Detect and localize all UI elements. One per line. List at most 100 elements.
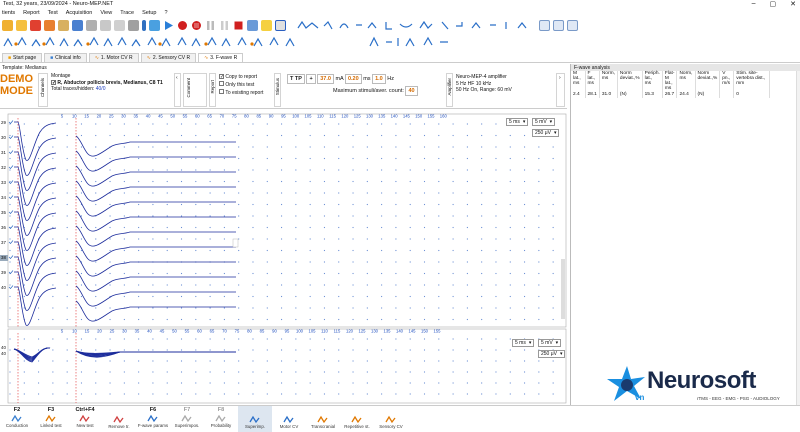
record-single-icon[interactable] (191, 20, 202, 31)
f-wave-value-cell[interactable]: 31.0 (599, 91, 618, 98)
channels-panel-toggle[interactable]: Channels (38, 73, 48, 107)
pause-icon[interactable] (205, 20, 216, 31)
grid-dot (309, 180, 311, 183)
sweep-select-bottom[interactable]: 5 ms ▾ (512, 339, 535, 347)
fkey-transcranial[interactable]: Transcranial (306, 406, 340, 432)
grid-dot (152, 192, 154, 194)
stop-icon[interactable] (233, 20, 244, 31)
fkey-label: F-wave params (137, 423, 169, 428)
delete-icon[interactable] (30, 20, 41, 31)
sensitivity2-select-bottom[interactable]: 250 μV ▾ (538, 350, 566, 358)
cut-icon[interactable] (44, 20, 55, 31)
copy-icon[interactable] (86, 20, 97, 31)
montage-collapse-button[interactable]: ‹ (174, 73, 181, 107)
max-stimuli-input[interactable]: 40 (405, 86, 418, 96)
top-tick-label: 40 (146, 114, 151, 119)
stimulator-icon[interactable] (247, 20, 258, 31)
comment-panel[interactable]: Comment (183, 73, 207, 107)
fkey-f-wave-params[interactable]: F6 F-wave params (136, 406, 170, 432)
forward-icon[interactable] (567, 20, 578, 31)
trigger-icon[interactable] (275, 20, 286, 31)
minimize-button[interactable]: – (752, 0, 756, 8)
sensitivity2-select-top[interactable]: 250 μV ▾ (532, 129, 560, 137)
stim-amplitude-input[interactable]: 37.0 (317, 74, 334, 84)
tab-sensory-cv[interactable]: ∿ 2. Sensory CV R (140, 53, 197, 62)
save-icon[interactable] (72, 20, 83, 31)
close-button[interactable]: ✕ (790, 0, 796, 8)
only-this-test[interactable]: Only this test (219, 81, 263, 89)
menu-trace[interactable]: Trace (120, 10, 134, 16)
zoom-icon[interactable] (553, 20, 564, 31)
pause-alt-icon[interactable] (219, 20, 230, 31)
fkey-remove-tr[interactable]: Remove tr. (102, 406, 136, 432)
menu-test[interactable]: Test (48, 10, 58, 16)
grid-dot (66, 393, 68, 395)
trace-plot-area[interactable]: 5 10 15 20 25 30 35 40 45 50 55 60 65 70 75 80 85 90 95 100… (0, 109, 567, 405)
f-wave-value-cell[interactable]: 15.3 (642, 91, 663, 98)
grid-icon[interactable] (539, 20, 550, 31)
stim-duration-input[interactable]: 0.20 (344, 74, 362, 84)
fkey-motor-cv[interactable]: Motor CV (272, 406, 306, 432)
play-icon[interactable] (163, 20, 174, 31)
f-wave-value-cell[interactable]: (N) (617, 91, 643, 98)
report-panel-toggle[interactable]: Report (209, 73, 216, 107)
tab-clinical-info[interactable]: ■ Clinical info (44, 53, 87, 62)
grid-dot (352, 123, 354, 125)
tab-motor-cv[interactable]: ∿ 1. Motor CV R (88, 53, 139, 62)
f-wave-value-cell[interactable]: 0 (733, 91, 771, 98)
maximize-button[interactable]: ▢ (770, 0, 777, 8)
menu-help[interactable]: ? (164, 10, 167, 16)
stim-plus-button[interactable]: + (306, 74, 316, 84)
fkey-repetitive-st[interactable]: Repetitive st. (340, 406, 374, 432)
grid-dot (95, 349, 97, 351)
print-icon[interactable] (58, 20, 69, 31)
tab-f-wave[interactable]: ∿ 3. F-wave R (198, 53, 244, 62)
menu-report[interactable]: Report (23, 10, 40, 16)
stim-ttp-button[interactable]: T TP (287, 74, 305, 84)
to-existing-report[interactable]: To existing report (219, 89, 263, 97)
amplifier-panel-toggle[interactable]: Amplifier (446, 73, 453, 107)
menu-acquisition[interactable]: Acquisition (66, 10, 93, 16)
stim-tools-icon[interactable] (368, 36, 458, 48)
export-icon[interactable] (128, 20, 139, 31)
stim-frequency-input[interactable]: 1.0 (372, 74, 386, 84)
amplifier-settings[interactable]: Neuro-MEP-4 amplifier 5 Hz HF 10 kHz 50 … (456, 74, 512, 94)
sweep-select-top[interactable]: 5 ms ▾ (506, 118, 529, 126)
folder-icon[interactable] (16, 20, 27, 31)
f-wave-value-cell[interactable] (719, 91, 735, 98)
grid-dot (266, 169, 268, 171)
fkey-conduction[interactable]: F2 Conduction (0, 406, 34, 432)
f-wave-value-cell[interactable]: 2.4 (571, 91, 586, 98)
fkey-probability[interactable]: F8 Probability (204, 406, 238, 432)
patients-icon[interactable] (2, 20, 13, 31)
controls-collapse-button[interactable]: › (556, 73, 565, 107)
lightning-icon[interactable] (261, 20, 272, 31)
paste-icon[interactable] (100, 20, 111, 31)
sensitivity-select-top[interactable]: 5 mV ▾ (532, 118, 556, 126)
fkey-superimpos[interactable]: F7 Superimpos. (170, 406, 204, 432)
archive-icon[interactable] (114, 20, 125, 31)
menu-patients[interactable]: tients (2, 10, 15, 16)
sensitivity-select-bottom[interactable]: 5 mV ▾ (538, 339, 562, 347)
f-wave-value-cell[interactable]: 28.1 (585, 91, 600, 98)
grid-dot (366, 238, 368, 240)
montage-checkbox[interactable]: ✓ (51, 79, 56, 85)
marker-tools-icon[interactable] (2, 36, 302, 48)
refresh-icon[interactable] (149, 20, 160, 31)
f-wave-value-cell[interactable]: 26.7 (662, 91, 678, 98)
trace-plot-svg[interactable]: 5 10 15 20 25 30 35 40 45 50 55 60 65 70 75 80 85 90 95 100… (0, 109, 567, 405)
menu-setup[interactable]: Setup (142, 10, 156, 16)
fkey-new-test[interactable]: Ctrl+F4 New test (68, 406, 102, 432)
copy-to-report[interactable]: ✓ Copy to report (219, 74, 263, 81)
fkey-superimp[interactable]: Superimp. (238, 406, 272, 432)
waveform-tools-icon[interactable] (296, 20, 536, 31)
fkey-linked-test[interactable]: F3 Linked test (34, 406, 68, 432)
stimulus-panel-toggle[interactable]: Stimulus (274, 73, 281, 107)
fkey-sensory-cv[interactable]: Sensory CV (374, 406, 408, 432)
f-wave-value-cell[interactable]: (N) (695, 91, 721, 98)
menu-view[interactable]: View (100, 10, 112, 16)
f-wave-scrollbar[interactable] (796, 71, 800, 405)
f-wave-value-cell[interactable]: 24.4 (676, 91, 696, 98)
tab-start-page[interactable]: ■ Start page (2, 53, 43, 62)
record-icon[interactable] (177, 20, 188, 31)
